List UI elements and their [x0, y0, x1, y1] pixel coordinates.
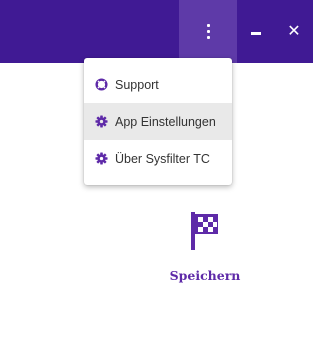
menu-item-label: Über Sysfilter TC — [115, 151, 210, 166]
app-window: ✕ Speichern Support App Einstellungen Üb… — [0, 0, 313, 338]
title-bar: ✕ — [0, 0, 313, 63]
menu-item-support[interactable]: Support — [84, 66, 232, 103]
options-menu: Support App Einstellungen Über Sysfilter… — [84, 58, 232, 185]
minimize-icon — [251, 32, 261, 35]
checkered-flag-icon — [191, 212, 218, 250]
save-button[interactable]: Speichern — [155, 210, 255, 283]
gear-icon — [94, 152, 108, 166]
menu-item-app-settings[interactable]: App Einstellungen — [84, 103, 232, 140]
menu-item-label: App Einstellungen — [115, 114, 216, 129]
lifebuoy-icon — [94, 78, 108, 92]
close-button[interactable]: ✕ — [275, 0, 313, 63]
save-label: Speichern — [169, 268, 241, 283]
menu-item-about[interactable]: Über Sysfilter TC — [84, 140, 232, 177]
vertical-dots-icon — [206, 24, 210, 39]
more-options-button[interactable] — [179, 0, 237, 63]
minimize-button[interactable] — [237, 0, 275, 63]
menu-item-label: Support — [115, 77, 159, 92]
gear-icon — [94, 115, 108, 129]
close-icon: ✕ — [287, 22, 301, 40]
